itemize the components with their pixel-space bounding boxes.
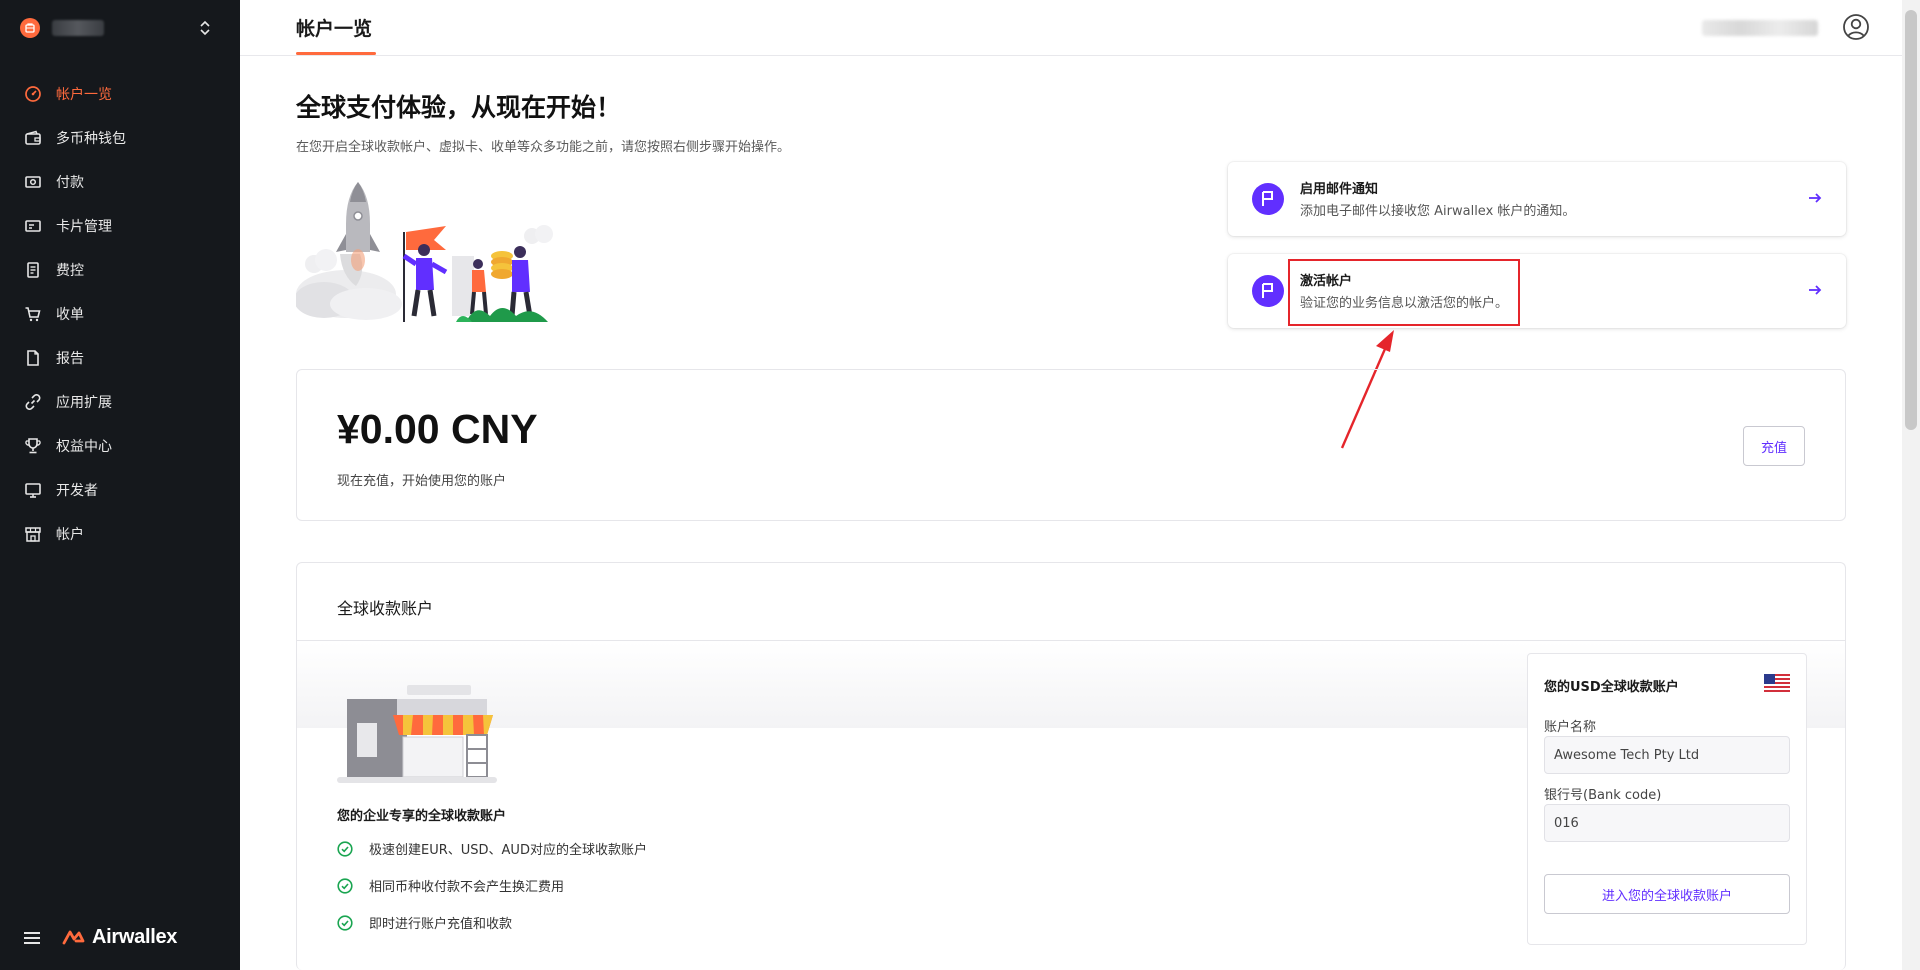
sidebar-item-label: 费控 bbox=[56, 263, 84, 279]
payment-banknote-icon bbox=[24, 173, 42, 191]
feature-text: 相同币种收付款不会产生换汇费用 bbox=[369, 880, 565, 895]
sidebar-item-account-overview[interactable]: 帐户一览 bbox=[0, 72, 240, 116]
global-account-title: 全球收款账户 bbox=[337, 599, 434, 618]
feature-text: 极速创建EUR、USD、AUD对应的全球收款账户 bbox=[369, 843, 647, 858]
feature-item: 即时进行账户充值和收款 bbox=[337, 913, 512, 932]
dashboard-gauge-icon bbox=[24, 85, 42, 103]
sidebar-item-app-extensions[interactable]: 应用扩展 bbox=[0, 380, 240, 424]
cart-icon bbox=[24, 305, 42, 323]
organization-logo-icon bbox=[20, 18, 40, 38]
sidebar-item-account[interactable]: 帐户 bbox=[0, 512, 240, 556]
storefront-illustration bbox=[337, 685, 497, 783]
task-description: 添加电子邮件以接收您 Airwallex 帐户的通知。 bbox=[1300, 204, 1576, 219]
sidebar-item-label: 开发者 bbox=[56, 483, 98, 499]
global-account-header: 全球收款账户 bbox=[297, 563, 1845, 641]
receipt-icon bbox=[24, 261, 42, 279]
menu-toggle-icon[interactable] bbox=[24, 931, 40, 944]
card-icon bbox=[24, 217, 42, 235]
organization-switcher[interactable] bbox=[20, 16, 212, 40]
account-name-field[interactable]: Awesome Tech Pty Ltd bbox=[1544, 736, 1790, 774]
task-card-email-notifications[interactable]: 启用邮件通知 添加电子邮件以接收您 Airwallex 帐户的通知。 bbox=[1228, 162, 1846, 236]
balance-subtitle: 现在充值，开始使用您的账户 bbox=[337, 474, 507, 489]
us-flag-icon bbox=[1764, 674, 1790, 692]
sidebar-nav: 帐户一览 多币种钱包 付款 卡片管理 费控 收单 报告 应用扩展 权益中心 开发… bbox=[0, 72, 240, 556]
sidebar-item-reports[interactable]: 报告 bbox=[0, 336, 240, 380]
sidebar-footer: Airwallex bbox=[24, 926, 177, 949]
usd-account-panel: 您的USD全球收款账户 账户名称 Awesome Tech Pty Ltd 银行… bbox=[1527, 653, 1807, 945]
arrow-right-icon[interactable] bbox=[1808, 191, 1822, 205]
brand-name: Airwallex bbox=[92, 926, 178, 948]
check-circle-icon bbox=[337, 914, 353, 931]
page-scrollbar[interactable] bbox=[1902, 0, 1920, 970]
sidebar-item-label: 卡片管理 bbox=[56, 219, 112, 235]
active-tab-indicator bbox=[296, 52, 376, 55]
task-title: 启用邮件通知 bbox=[1300, 182, 1379, 197]
feature-text: 即时进行账户充值和收款 bbox=[369, 917, 513, 932]
flag-icon bbox=[1252, 183, 1284, 215]
user-name-redacted bbox=[1702, 20, 1818, 36]
airwallex-logo: Airwallex bbox=[62, 926, 177, 949]
enter-global-account-button[interactable]: 进入您的全球收款账户 bbox=[1544, 874, 1790, 914]
sidebar-item-payments[interactable]: 付款 bbox=[0, 160, 240, 204]
sidebar-item-label: 应用扩展 bbox=[56, 395, 112, 411]
airwallex-mark-icon bbox=[62, 930, 85, 944]
sidebar-item-label: 帐户一览 bbox=[56, 87, 112, 103]
sidebar-item-acquiring[interactable]: 收单 bbox=[0, 292, 240, 336]
rocket-team-illustration bbox=[296, 182, 553, 322]
balance-amount: ¥0.00 CNY bbox=[337, 406, 538, 452]
hero-title: 全球支付体验，从现在开始！ bbox=[296, 93, 622, 122]
account-name-label: 账户名称 bbox=[1544, 720, 1597, 735]
sidebar-item-label: 报告 bbox=[56, 351, 84, 367]
sidebar-item-expense-control[interactable]: 费控 bbox=[0, 248, 240, 292]
top-up-button[interactable]: 充值 bbox=[1743, 426, 1805, 466]
sidebar-item-rewards-center[interactable]: 权益中心 bbox=[0, 424, 240, 468]
arrow-right-icon[interactable] bbox=[1808, 283, 1822, 297]
monitor-icon bbox=[24, 481, 42, 499]
organization-name-redacted bbox=[52, 20, 104, 36]
usd-account-title: 您的USD全球收款账户 bbox=[1544, 680, 1679, 695]
scrollbar-thumb[interactable] bbox=[1905, 10, 1917, 430]
sidebar-item-label: 权益中心 bbox=[56, 439, 112, 455]
bank-code-field[interactable]: 016 bbox=[1544, 804, 1790, 842]
link-icon bbox=[24, 393, 42, 411]
page-title-tab[interactable]: 帐户一览 bbox=[296, 14, 372, 41]
sidebar-item-cards[interactable]: 卡片管理 bbox=[0, 204, 240, 248]
annotation-highlight-box bbox=[1288, 259, 1520, 326]
trophy-icon bbox=[24, 437, 42, 455]
wallet-icon bbox=[24, 129, 42, 147]
hero-subtitle: 在您开启全球收款帐户、虚拟卡、收单等众多功能之前，请您按照右侧步骤开始操作。 bbox=[296, 140, 791, 155]
chevron-up-down-icon[interactable] bbox=[198, 19, 212, 37]
flag-icon bbox=[1252, 275, 1284, 307]
top-bar: 帐户一览 bbox=[240, 0, 1902, 56]
feature-item: 相同币种收付款不会产生换汇费用 bbox=[337, 876, 564, 895]
bank-code-label: 银行号(Bank code) bbox=[1544, 788, 1662, 803]
check-circle-icon bbox=[337, 840, 353, 857]
sidebar-item-label: 付款 bbox=[56, 175, 84, 191]
feature-item: 极速创建EUR、USD、AUD对应的全球收款账户 bbox=[337, 839, 647, 858]
global-account-card: 全球收款账户 您的企业专享的全球收款账户 极速创建EUR、USD、AUD对应的全… bbox=[296, 562, 1846, 970]
sidebar-item-label: 帐户 bbox=[56, 527, 84, 543]
sidebar-item-label: 收单 bbox=[56, 307, 84, 323]
balance-card: ¥0.00 CNY 现在充值，开始使用您的账户 充值 bbox=[296, 369, 1846, 521]
sidebar-item-wallet[interactable]: 多币种钱包 bbox=[0, 116, 240, 160]
global-account-subtitle: 您的企业专享的全球收款账户 bbox=[337, 809, 507, 824]
document-icon bbox=[24, 349, 42, 367]
sidebar-item-label: 多币种钱包 bbox=[56, 131, 126, 147]
sidebar-item-developer[interactable]: 开发者 bbox=[0, 468, 240, 512]
user-profile-icon[interactable] bbox=[1842, 13, 1870, 41]
store-icon bbox=[24, 525, 42, 543]
check-circle-icon bbox=[337, 877, 353, 894]
sidebar: 帐户一览 多币种钱包 付款 卡片管理 费控 收单 报告 应用扩展 权益中心 开发… bbox=[0, 0, 240, 970]
